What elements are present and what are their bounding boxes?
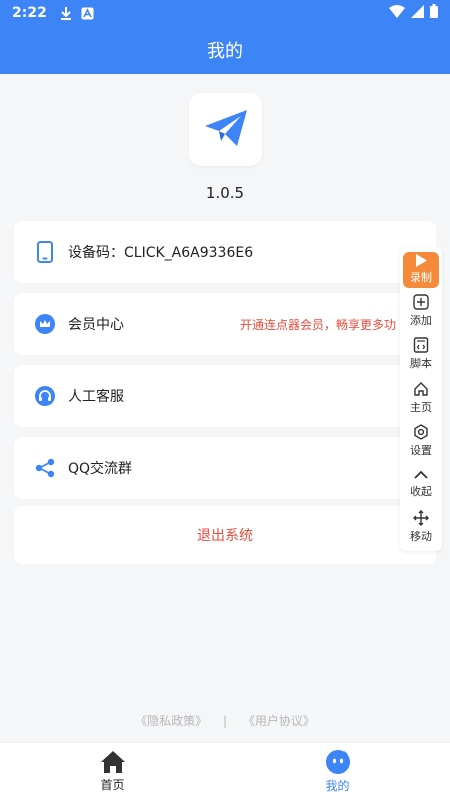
app-version: 1.0.5: [205, 184, 245, 202]
footer-separator: |: [222, 714, 228, 728]
wifi-icon: [389, 4, 405, 22]
content: 1.0.5 设备码：CLICK_A6A9336E6 会员中心 开通连点器会员，畅…: [0, 74, 450, 742]
collapse-label: 收起: [410, 485, 432, 499]
user-agreement-link[interactable]: 《用户协议》: [243, 714, 315, 728]
settings-button[interactable]: 设置: [400, 421, 442, 460]
customer-service-row[interactable]: 人工客服: [14, 365, 436, 427]
logout-label: 退出系统: [197, 528, 253, 544]
qq-group-row[interactable]: QQ交流群: [14, 437, 436, 499]
home-icon: [100, 751, 125, 773]
member-promo-text: 开通连点器会员，畅享更多功: [239, 317, 396, 332]
battery-icon: [430, 4, 438, 22]
app-logo: [189, 93, 262, 166]
record-button[interactable]: 录制: [403, 252, 439, 288]
download-icon: [59, 6, 73, 20]
add-button[interactable]: 添加: [400, 292, 442, 331]
settings-icon: [414, 424, 428, 440]
member-center-row[interactable]: 会员中心 开通连点器会员，畅享更多功: [14, 293, 436, 355]
privacy-policy-link[interactable]: 《隐私政策》: [135, 714, 207, 728]
home-icon: [414, 381, 428, 396]
phone-icon: [34, 241, 56, 263]
page-title: 我的: [207, 41, 243, 62]
customer-service-label: 人工客服: [68, 389, 124, 405]
play-icon: [416, 254, 427, 268]
notification-a-icon: [81, 6, 95, 20]
headset-icon: [34, 385, 56, 407]
bottom-nav: 首页 我的: [0, 742, 450, 800]
nav-mine-label: 我的: [325, 779, 350, 793]
move-label: 移动: [410, 530, 432, 544]
share-icon: [34, 457, 56, 479]
script-icon: [413, 337, 429, 354]
signal-icon: [411, 4, 424, 22]
device-code-row[interactable]: 设备码：CLICK_A6A9336E6: [14, 221, 436, 283]
chevron-up-icon: [414, 470, 428, 479]
nav-home[interactable]: 首页: [0, 743, 225, 800]
member-center-label: 会员中心: [68, 317, 124, 333]
nav-home-label: 首页: [100, 778, 125, 792]
plus-square-icon: [413, 294, 429, 310]
qq-group-label: QQ交流群: [68, 461, 133, 477]
move-icon: [413, 510, 429, 527]
logout-button[interactable]: 退出系统: [14, 506, 436, 564]
script-button[interactable]: 脚本: [400, 335, 442, 374]
add-label: 添加: [410, 314, 432, 328]
record-label: 录制: [410, 271, 432, 285]
status-bar: 2:22: [0, 0, 450, 26]
device-code-label: 设备码：CLICK_A6A9336E6: [68, 245, 254, 261]
app-bar: 我的: [0, 26, 450, 74]
move-button[interactable]: 移动: [400, 508, 442, 547]
floating-toolbar: 录制 添加 脚本 主页 设置 收起 移动: [400, 247, 442, 551]
settings-label: 设置: [410, 443, 432, 457]
home-toolbar-button[interactable]: 主页: [400, 378, 442, 417]
collapse-button[interactable]: 收起: [400, 465, 442, 504]
home-toolbar-label: 主页: [410, 400, 432, 414]
footer-links: 《隐私政策》 | 《用户协议》: [0, 712, 450, 729]
nav-mine[interactable]: 我的: [225, 743, 450, 800]
script-label: 脚本: [410, 357, 432, 371]
crown-icon: [34, 313, 56, 335]
status-time: 2:22: [12, 5, 47, 21]
mascot-icon: [325, 750, 350, 774]
paper-plane-icon: [203, 108, 249, 152]
